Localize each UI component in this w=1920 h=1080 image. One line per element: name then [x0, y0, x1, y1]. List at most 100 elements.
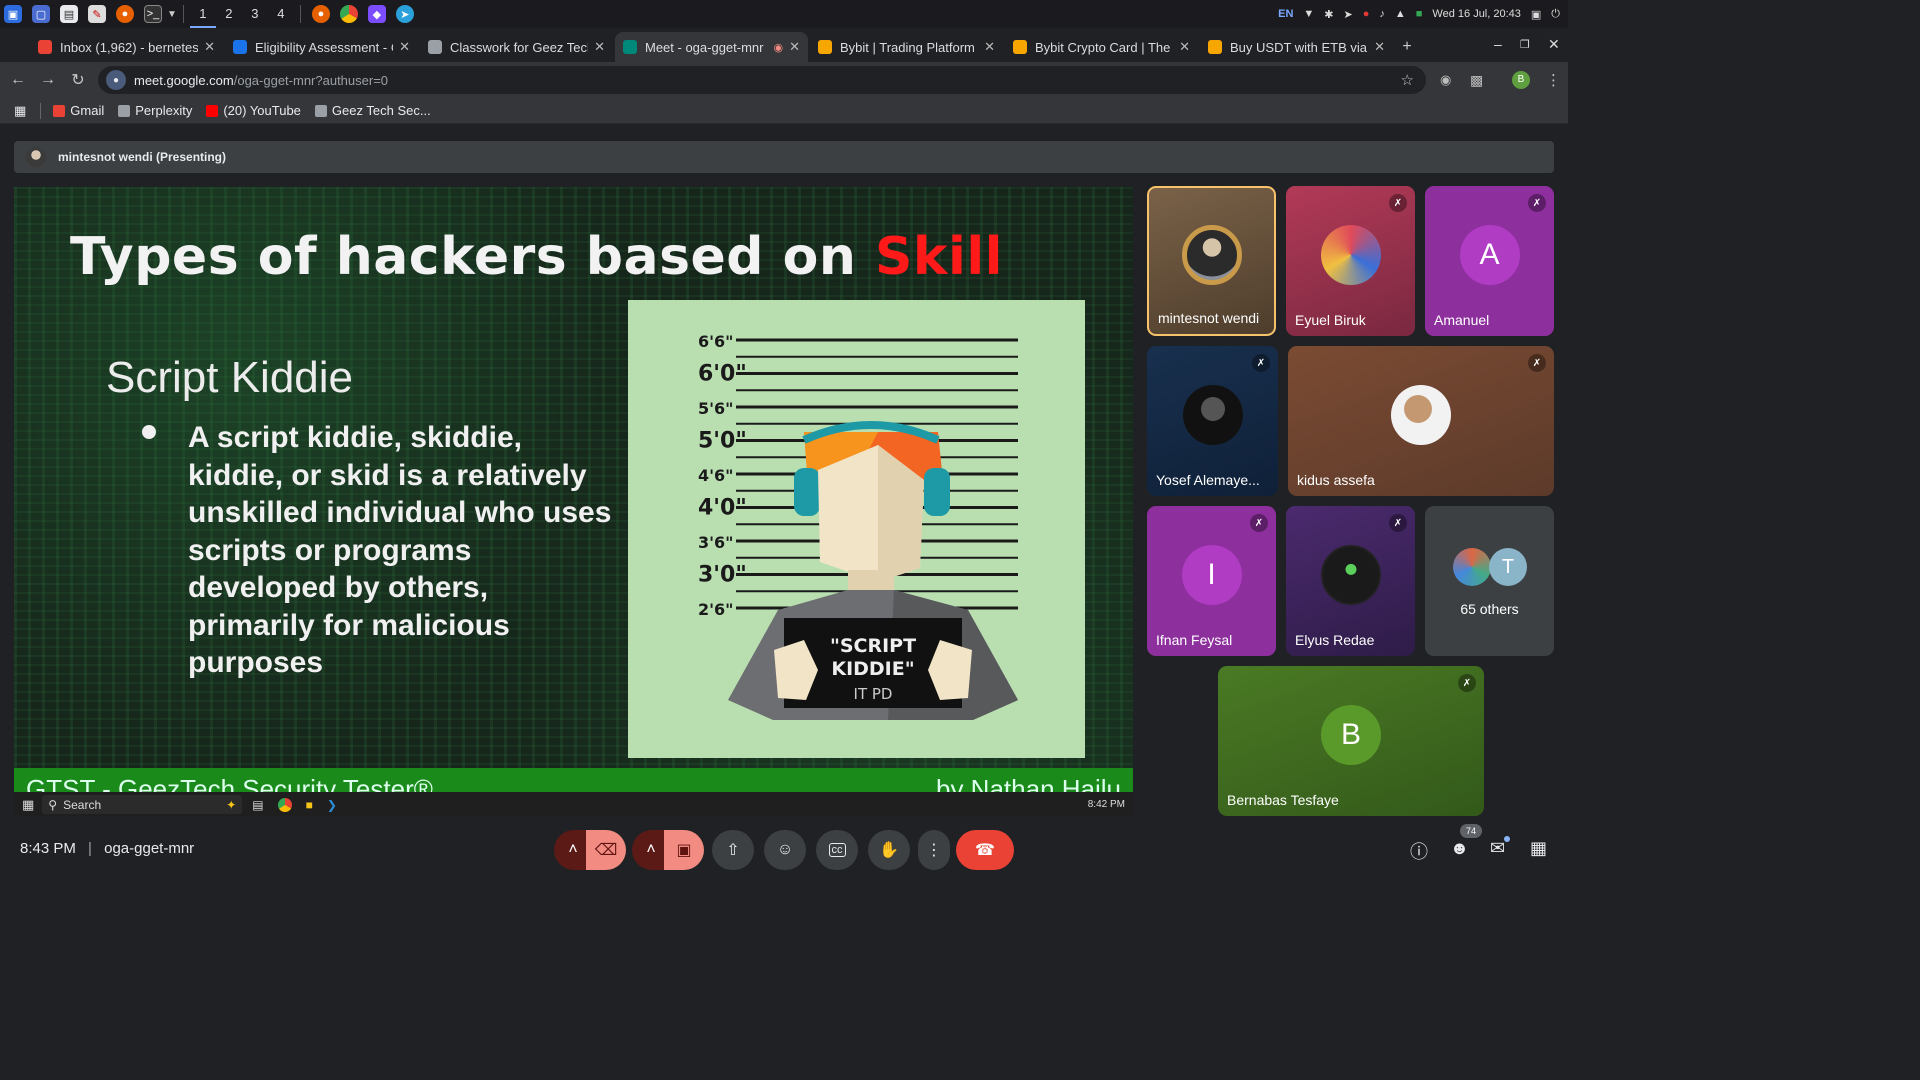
recording-icon: ◉ — [773, 41, 784, 54]
tab-buy-usdt[interactable]: Buy USDT with ETB via B ✕ — [1200, 32, 1393, 62]
participant-name: kidus assefa — [1297, 472, 1375, 488]
participant-tile-yosef[interactable]: ✗ Yosef Alemaye... — [1147, 346, 1278, 496]
workspace-4[interactable]: 4 — [268, 0, 294, 28]
captions-button[interactable]: cc — [816, 830, 858, 870]
chevron-down-icon[interactable]: ▼ — [167, 9, 177, 20]
apps-grid-icon[interactable]: ▦ — [14, 103, 26, 119]
tab-label: Buy USDT with ETB via B — [1230, 39, 1369, 55]
bookmark-youtube[interactable]: (20) YouTube — [206, 103, 301, 118]
close-icon[interactable]: ✕ — [1374, 39, 1385, 55]
bookmark-gmail[interactable]: Gmail — [53, 103, 104, 118]
raise-hand-button[interactable]: ✋ — [868, 830, 910, 870]
task-view-icon: ▤ — [252, 797, 264, 812]
close-icon[interactable]: ✕ — [594, 39, 605, 55]
extension-icon[interactable]: ◉ — [1440, 72, 1451, 88]
files-icon[interactable]: ▤ — [60, 5, 78, 23]
tab-classwork[interactable]: Classwork for Geez Tech ✕ — [420, 32, 613, 62]
telegram-icon[interactable]: ➤ — [395, 5, 414, 23]
restore-icon[interactable]: ❐ — [1520, 38, 1530, 51]
participant-tile-amanuel[interactable]: ✗ A Amanuel — [1425, 186, 1554, 336]
height-label: 5'6" — [698, 399, 734, 418]
tab-meet[interactable]: Meet - oga-gget-mnr ◉ ✕ — [615, 32, 808, 62]
back-icon[interactable]: ← — [3, 71, 33, 89]
participant-tile-eyuel[interactable]: ✗ Eyuel Biruk — [1286, 186, 1415, 336]
camera-toggle-button[interactable]: ▣ — [664, 830, 704, 870]
keyboard-layout[interactable]: EN — [1278, 8, 1293, 20]
people-icon[interactable]: ☻ — [1450, 838, 1469, 859]
chrome-icon[interactable] — [339, 5, 358, 23]
workspace-1[interactable]: 1 — [189, 0, 216, 28]
height-label: 4'6" — [698, 466, 734, 485]
address-bar[interactable]: ● meet.google.com/oga-gget-mnr?authuser=… — [98, 66, 1426, 94]
profile-avatar[interactable]: B — [1512, 71, 1530, 89]
tab-label: Eligibility Assessment - C — [255, 39, 394, 55]
participant-tile-bernabas[interactable]: ✗ B Bernabas Tesfaye — [1218, 666, 1484, 816]
app-tray-icon[interactable]: ■ — [1416, 8, 1423, 20]
volume-icon[interactable]: ♪ — [1379, 8, 1385, 20]
presenter-bar: mintesnot wendi (Presenting) — [14, 141, 1554, 173]
participant-tile-kidus[interactable]: ✗ kidus assefa — [1288, 346, 1554, 496]
bell-icon[interactable]: ▲ — [1395, 8, 1406, 20]
more-options-button[interactable]: ⋮ — [918, 830, 950, 870]
datetime[interactable]: Wed 16 Jul, 20:43 — [1432, 8, 1520, 20]
minimize-icon[interactable]: – — [1494, 36, 1502, 52]
presentation-stage[interactable]: Types of hackers based on Skill Script K… — [14, 187, 1133, 817]
terminal-icon[interactable]: >_ — [144, 5, 162, 23]
reactions-button[interactable]: ☺ — [764, 830, 806, 870]
bookmark-star-icon[interactable]: ☆ — [1401, 71, 1414, 89]
meet-controls-bar: 8:43 PM | oga-gget-mnr ˄ ⌫ ˄ ▣ ⇧ ☺ cc ✋ … — [0, 820, 1568, 882]
tab-bybit[interactable]: Bybit | Trading Platform ✕ — [810, 32, 1003, 62]
bookmark-perplexity[interactable]: Perplexity — [118, 103, 192, 118]
firefox-icon[interactable]: ● — [116, 5, 134, 23]
wifi-icon[interactable]: ▼ — [1303, 8, 1314, 20]
firefox-icon[interactable]: ● — [311, 5, 330, 23]
avatar: A — [1459, 225, 1520, 285]
extensions-puzzle-icon[interactable]: ▩ — [1470, 72, 1483, 89]
power-icon[interactable]: ⏻ — [1551, 8, 1560, 21]
site-info-icon[interactable]: ● — [106, 70, 126, 90]
mic-toggle-button[interactable]: ⌫ — [586, 830, 626, 870]
meeting-details-icon[interactable]: ⓘ — [1410, 838, 1428, 864]
obsidian-icon[interactable]: ◆ — [367, 5, 386, 23]
reload-icon[interactable]: ↻ — [63, 70, 93, 90]
microphone-icon[interactable]: ● — [1363, 8, 1370, 20]
slide-title: Types of hackers based on Skill — [70, 227, 1003, 287]
close-icon[interactable]: ✕ — [1179, 39, 1190, 55]
participant-tile-elyus[interactable]: ✗ Elyus Redae — [1286, 506, 1415, 656]
close-window-icon[interactable]: ✕ — [1548, 36, 1560, 53]
close-icon[interactable]: ✕ — [399, 39, 410, 55]
telegram-tray-icon[interactable]: ➤ — [1344, 8, 1353, 21]
slide-title-main: Types of hackers based on — [70, 227, 875, 287]
emoji-icon: ☺ — [776, 841, 794, 858]
new-tab-button[interactable]: + — [1395, 32, 1419, 62]
close-icon[interactable]: ✕ — [789, 39, 800, 55]
avatar: T — [1489, 548, 1527, 586]
divider — [182, 5, 184, 23]
os-top-panel: ▣ ▢ ▤ ✎ ● >_ ▼ 1 2 3 4 ● ◆ ➤ EN ▼ ✱ ➤ ● … — [0, 0, 1568, 28]
desktop-icon[interactable]: ▢ — [32, 5, 50, 23]
participant-tile-ifnan[interactable]: ✗ I Ifnan Feysal — [1147, 506, 1276, 656]
tab-bybit-card[interactable]: Bybit Crypto Card | The B ✕ — [1005, 32, 1198, 62]
bluetooth-icon[interactable]: ✱ — [1324, 8, 1333, 21]
camera-off-icon: ▣ — [676, 842, 692, 859]
present-screen-button[interactable]: ⇧ — [712, 830, 754, 870]
chat-icon[interactable]: ✉ — [1490, 838, 1505, 859]
text-editor-icon[interactable]: ✎ — [88, 5, 106, 23]
tab-eligibility[interactable]: Eligibility Assessment - C ✕ — [225, 32, 418, 62]
tab-gmail[interactable]: Inbox (1,962) - bernetes4 ✕ — [30, 32, 223, 62]
workspace-3[interactable]: 3 — [242, 0, 268, 28]
close-icon[interactable]: ✕ — [204, 39, 215, 55]
avatar — [1181, 225, 1242, 285]
participant-tile-mintesnot[interactable]: mintesnot wendi — [1147, 186, 1276, 336]
activities-icon[interactable]: ▦ — [1530, 838, 1547, 859]
workspace-2[interactable]: 2 — [216, 0, 242, 28]
app-menu-icon[interactable]: ▣ — [4, 5, 22, 23]
classroom-icon — [314, 104, 327, 117]
leave-call-button[interactable]: ☎ — [956, 830, 1014, 870]
bookmark-geez-tech[interactable]: Geez Tech Sec... — [314, 103, 431, 118]
participant-tile-others[interactable]: T 65 others — [1425, 506, 1554, 656]
forward-icon[interactable]: → — [33, 71, 63, 89]
lock-icon[interactable]: ▣ — [1531, 8, 1541, 21]
close-icon[interactable]: ✕ — [984, 39, 995, 55]
menu-kebab-icon[interactable]: ⋮ — [1546, 71, 1561, 89]
